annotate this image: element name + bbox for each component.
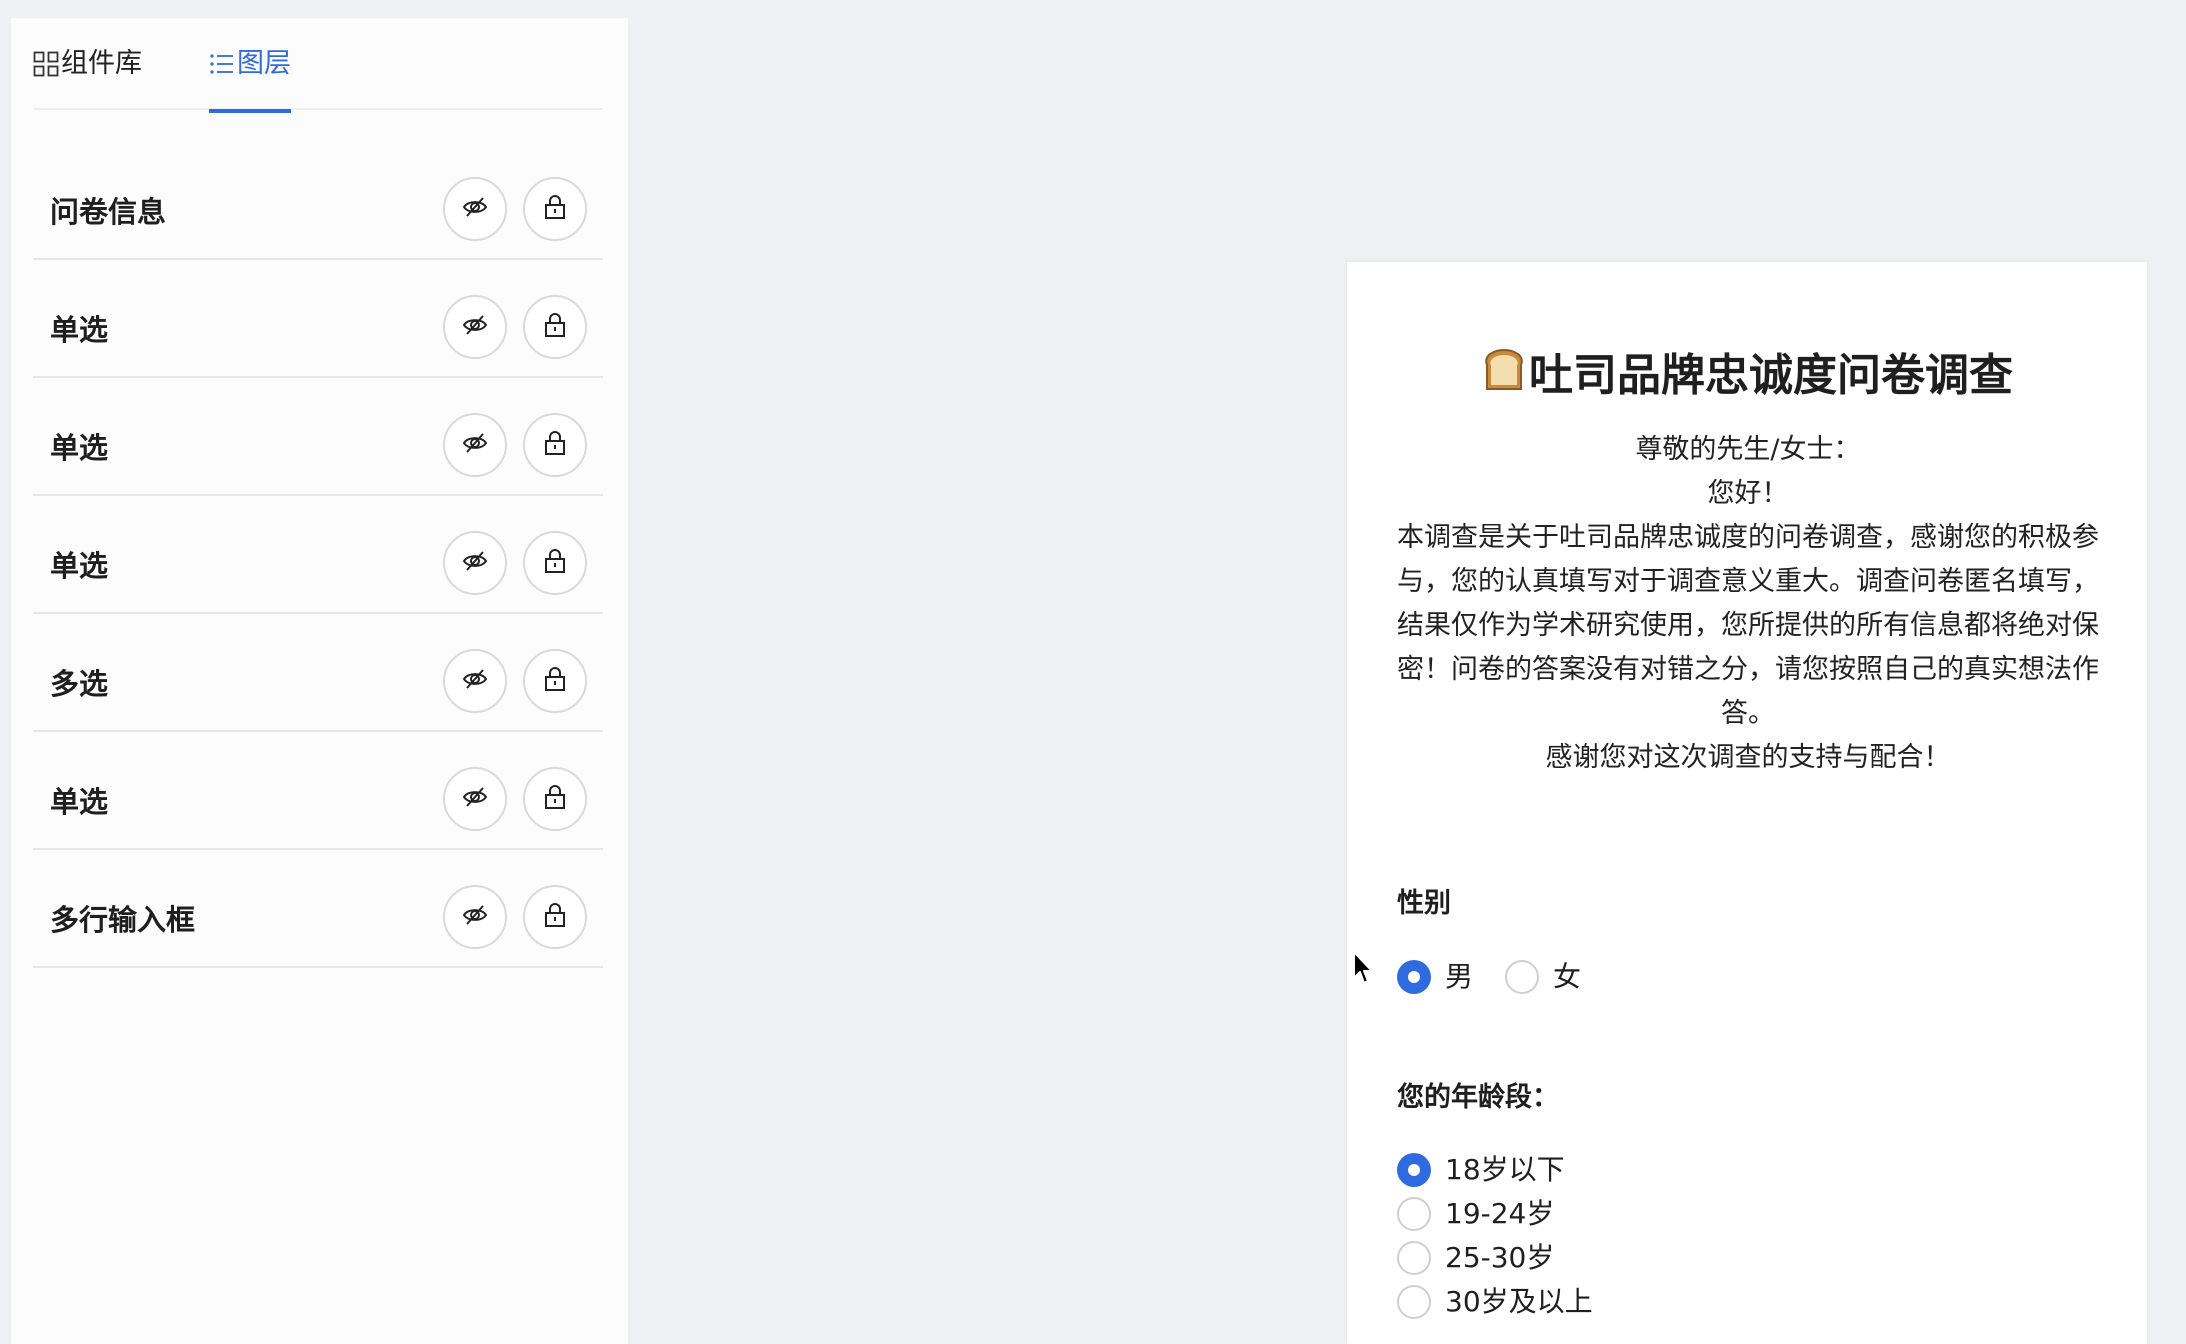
survey-title: 吐司品牌忠诚度问卷调查 — [1347, 346, 2147, 409]
radio-option-label: 18岁以下 — [1445, 1153, 1565, 1186]
lock-layer-button[interactable] — [523, 649, 587, 713]
radio-button[interactable] — [1397, 1285, 1431, 1319]
radio-option-25-30[interactable]: 25-30岁 — [1397, 1240, 1554, 1276]
lock-layer-button[interactable] — [523, 767, 587, 831]
tab-component-library[interactable]: 组件库 — [33, 46, 142, 110]
hide-layer-button[interactable] — [443, 413, 507, 477]
radio-button-checked[interactable] — [1397, 960, 1431, 994]
survey-greeting: 尊敬的先生/女士： — [1635, 434, 1861, 465]
grid-icon — [33, 46, 59, 82]
survey-thanks: 感谢您对这次调查的支持与配合！ — [1545, 742, 1951, 773]
radio-option-label: 男 — [1445, 960, 1474, 993]
eye-off-icon — [461, 783, 489, 815]
layer-item[interactable]: 单选 — [33, 378, 603, 496]
layer-item-label: 单选 — [50, 549, 109, 583]
tab-layers[interactable]: 图层 — [209, 46, 291, 113]
lock-icon — [543, 430, 567, 460]
radio-button[interactable] — [1397, 1197, 1431, 1231]
hide-layer-button[interactable] — [443, 295, 507, 359]
hide-layer-button[interactable] — [443, 885, 507, 949]
radio-option-female[interactable]: 女 — [1505, 959, 1581, 995]
list-icon — [209, 46, 235, 82]
layer-list: 问卷信息 单选 单选 单选 多选 单选 多行输入框 — [33, 110, 603, 968]
panel-tabs: 组件库 图层 — [33, 18, 603, 113]
lock-icon — [543, 194, 567, 224]
lock-icon — [543, 784, 567, 814]
layer-item-label: 多选 — [50, 667, 109, 701]
survey-description: 尊敬的先生/女士： 您好！ 本调查是关于吐司品牌忠诚度的问卷调查，感谢您的积极参… — [1397, 428, 2099, 780]
lock-layer-button[interactable] — [523, 531, 587, 595]
eye-off-icon — [461, 901, 489, 933]
radio-option-label: 25-30岁 — [1445, 1241, 1555, 1274]
survey-hello: 您好！ — [1707, 478, 1789, 509]
lock-icon — [543, 312, 567, 342]
layer-item-label: 多行输入框 — [50, 903, 196, 937]
eye-off-icon — [461, 311, 489, 343]
eye-off-icon — [461, 665, 489, 697]
hide-layer-button[interactable] — [443, 767, 507, 831]
survey-title-text: 吐司品牌忠诚度问卷调查 — [1529, 350, 2013, 401]
radio-button[interactable] — [1505, 960, 1539, 994]
layer-item[interactable]: 单选 — [33, 732, 603, 850]
radio-button-checked[interactable] — [1397, 1153, 1431, 1187]
question-title-gender: 性别 — [1397, 888, 1451, 919]
radio-option-label: 30岁及以上 — [1445, 1285, 1593, 1318]
layer-item[interactable]: 多选 — [33, 614, 603, 732]
tab-layers-label: 图层 — [237, 48, 291, 79]
left-panel: 组件库 图层 问卷信息 单选 单选 单选 多选 单选 多行输入框 — [11, 18, 628, 1344]
lock-layer-button[interactable] — [523, 885, 587, 949]
radio-option-19-24[interactable]: 19-24岁 — [1397, 1196, 1554, 1232]
radio-button[interactable] — [1397, 1241, 1431, 1275]
bread-icon — [1481, 347, 1527, 409]
mouse-pointer-icon — [1352, 950, 1376, 990]
layer-item[interactable]: 多行输入框 — [33, 850, 603, 968]
radio-option-label: 女 — [1553, 960, 1582, 993]
radio-option-label: 19-24岁 — [1445, 1197, 1555, 1230]
layer-item-label: 单选 — [50, 785, 109, 819]
layer-item[interactable]: 问卷信息 — [33, 110, 603, 260]
lock-layer-button[interactable] — [523, 177, 587, 241]
layer-item-label: 单选 — [50, 313, 109, 347]
layer-item-label: 单选 — [50, 431, 109, 465]
layer-item[interactable]: 单选 — [33, 260, 603, 378]
eye-off-icon — [461, 547, 489, 579]
lock-layer-button[interactable] — [523, 295, 587, 359]
eye-off-icon — [461, 429, 489, 461]
lock-icon — [543, 666, 567, 696]
survey-body: 本调查是关于吐司品牌忠诚度的问卷调查，感谢您的积极参与，您的认真填写对于调查意义… — [1397, 522, 2099, 729]
lock-icon — [543, 902, 567, 932]
hide-layer-button[interactable] — [443, 531, 507, 595]
lock-layer-button[interactable] — [523, 413, 587, 477]
radio-option-30-plus[interactable]: 30岁及以上 — [1397, 1284, 1593, 1320]
hide-layer-button[interactable] — [443, 177, 507, 241]
radio-option-under-18[interactable]: 18岁以下 — [1397, 1152, 1565, 1188]
eye-off-icon — [461, 193, 489, 225]
survey-canvas-card[interactable]: 吐司品牌忠诚度问卷调查 尊敬的先生/女士： 您好！ 本调查是关于吐司品牌忠诚度的… — [1347, 262, 2147, 1344]
hide-layer-button[interactable] — [443, 649, 507, 713]
layer-item[interactable]: 单选 — [33, 496, 603, 614]
lock-icon — [543, 548, 567, 578]
tab-component-library-label: 组件库 — [61, 48, 142, 79]
question-title-age: 您的年龄段： — [1397, 1082, 1559, 1113]
radio-option-male[interactable]: 男 — [1397, 959, 1473, 995]
layer-item-label: 问卷信息 — [50, 195, 167, 229]
